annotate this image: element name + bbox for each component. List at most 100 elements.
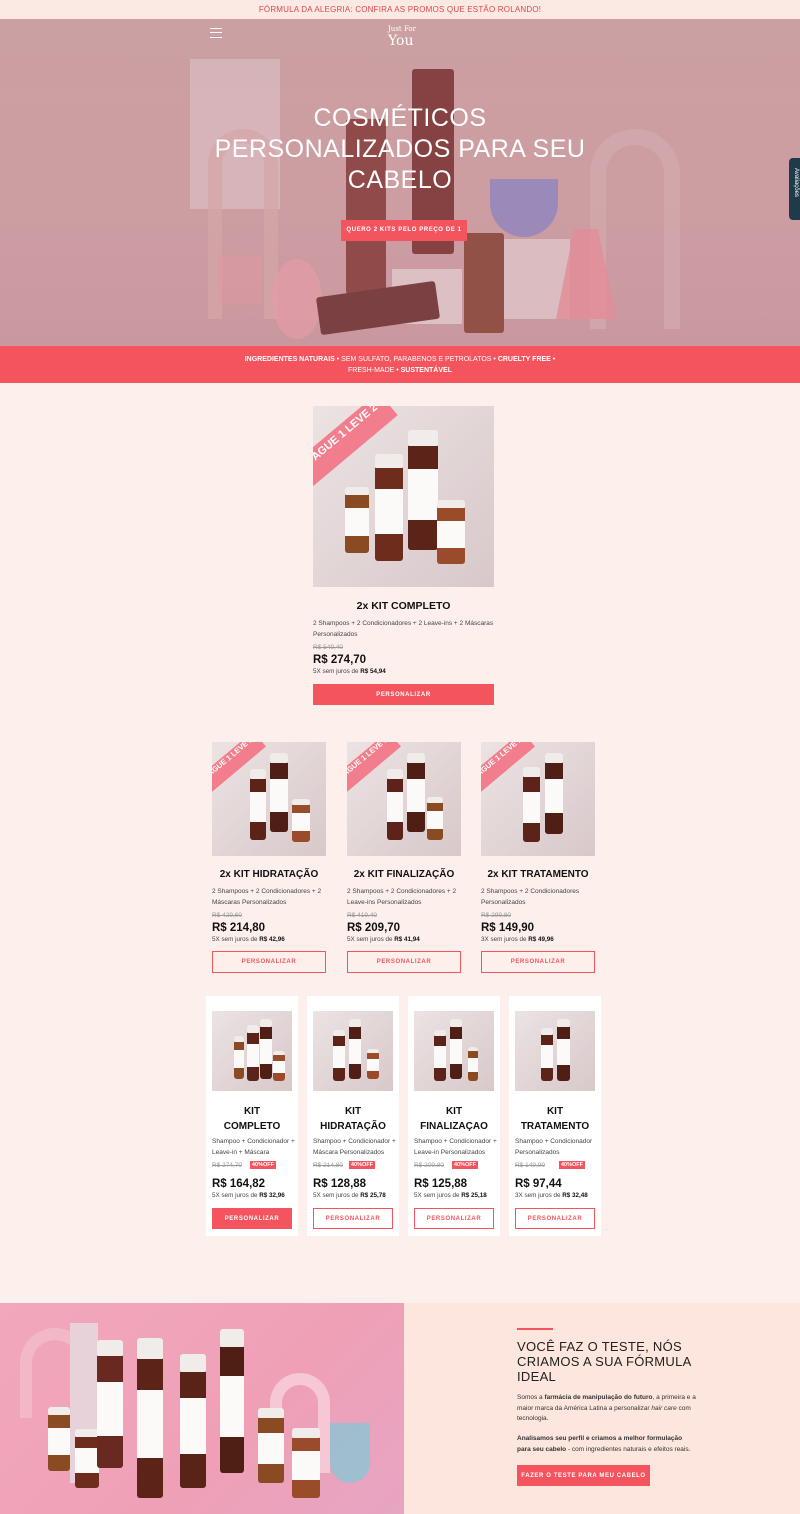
jar <box>367 1049 379 1079</box>
jar <box>292 799 310 842</box>
product-title[interactable]: KIT HIDRATAÇÃO <box>307 1104 399 1134</box>
product-description: Shampoo + Condicionador + Leave-in + Más… <box>212 1138 295 1156</box>
title-line-2: TRATAMENTO <box>520 1121 590 1132</box>
product-image[interactable] <box>515 1011 595 1091</box>
product-card[interactable]: KIT COMPLETO Shampoo + Condicionador + Le… <box>206 996 298 1236</box>
installments: 3X sem juros de R$ 32,48 <box>515 1192 588 1199</box>
installments-prefix: 5X sem juros de <box>414 1192 462 1199</box>
conditioner-bottle <box>408 430 438 550</box>
p1-part-b: farmácia de manipulação do futuro <box>544 1394 653 1401</box>
bottle <box>260 1019 272 1079</box>
installments: 5X sem juros de R$ 32,96 <box>212 1192 285 1199</box>
bottle <box>258 1408 284 1483</box>
product-image[interactable] <box>212 1011 292 1091</box>
announcement-bar[interactable]: FÓRMULA DA ALEGRIA: CONFIRA AS PROMOS QU… <box>0 0 800 19</box>
installments-value: R$ 25,18 <box>461 1192 487 1199</box>
old-price: R$ 419,40 <box>347 912 377 919</box>
title-line-1: KIT <box>445 1106 463 1117</box>
product-description: Shampoo + Condicionador + Leave-in Perso… <box>414 1138 497 1156</box>
brand-logo[interactable]: Just For You <box>388 23 416 48</box>
installments-prefix: 3X sem juros de <box>515 1192 563 1199</box>
bottle <box>247 1025 259 1081</box>
installments: 5X sem juros de R$ 41,94 <box>347 936 420 943</box>
bottle <box>434 1029 446 1081</box>
old-price: R$ 429,60 <box>212 912 242 919</box>
product-image[interactable] <box>313 1011 393 1091</box>
product-title[interactable]: KIT FINALIZAÇAO <box>408 1104 500 1134</box>
bottle <box>48 1406 70 1471</box>
bottle <box>75 1429 99 1488</box>
menu-icon[interactable] <box>210 28 222 38</box>
old-price: R$ 299,80 <box>481 912 511 919</box>
title-line-1: KIT <box>546 1106 564 1117</box>
personalize-button[interactable]: PERSONALIZAR <box>313 684 494 705</box>
product-description: Shampoo + Condicionador + Máscara Person… <box>313 1138 396 1156</box>
price: R$ 274,70 <box>313 654 367 666</box>
title-line-1: KIT <box>243 1106 261 1117</box>
bottle <box>545 752 563 834</box>
installments: 3X sem juros de R$ 49,96 <box>481 936 554 943</box>
title-line-2: HIDRATAÇÃO <box>320 1121 386 1132</box>
take-test-button[interactable]: FAZER O TESTE PARA MEU CABELO <box>517 1465 650 1486</box>
personalize-button[interactable]: PERSONALIZAR <box>313 1208 393 1229</box>
personalize-button[interactable]: PERSONALIZAR <box>212 951 326 973</box>
installments-value: R$ 42,96 <box>259 936 285 943</box>
product-title[interactable]: 2x KIT FINALIZAÇÃO <box>347 869 461 880</box>
product-title[interactable]: 2x KIT HIDRATAÇÃO <box>212 869 326 880</box>
installments-prefix: 5X sem juros de <box>313 1192 361 1199</box>
personalize-button[interactable]: PERSONALIZAR <box>481 951 595 973</box>
featured-product-image[interactable]: PAGUE 1 LEVE 2 <box>313 406 494 587</box>
product-image[interactable]: PAGUE 1 LEVE 2 <box>347 742 461 856</box>
bottle <box>523 767 540 842</box>
discount-badge: 40%OFF <box>559 1161 586 1169</box>
reviews-tab-label: Avaliações <box>793 168 799 197</box>
personalize-button[interactable]: PERSONALIZAR <box>347 951 461 973</box>
jar <box>292 1428 320 1498</box>
product-image[interactable] <box>414 1011 494 1091</box>
bottle <box>220 1328 244 1473</box>
benefit-sustainable: SUSTENTÁVEL <box>400 367 452 374</box>
product-title[interactable]: KIT TRATAMENTO <box>509 1104 601 1134</box>
installments-prefix: 5X sem juros de <box>212 1192 260 1199</box>
price: R$ 209,70 <box>347 922 401 934</box>
title-line-2: FINALIZAÇAO <box>420 1121 488 1132</box>
hero-banner: Just For You COSMÉTICOS PERSONALIZADOS P… <box>0 19 800 346</box>
title-accent-line <box>517 1328 553 1330</box>
product-title[interactable]: 2x KIT TRATAMENTO <box>481 869 595 880</box>
product-card[interactable]: KIT HIDRATAÇÃO Shampoo + Condicionador + … <box>307 996 399 1236</box>
bottle <box>450 1019 462 1079</box>
discount-badge: 40%OFF <box>349 1161 376 1169</box>
jar <box>273 1051 285 1081</box>
personalize-button[interactable]: PERSONALIZAR <box>212 1208 292 1229</box>
title-line-1: KIT <box>344 1106 362 1117</box>
product-description: 2 Shampoos + 2 Condicionadores Personali… <box>481 888 580 906</box>
product-card[interactable]: KIT FINALIZAÇAO Shampoo + Condicionador +… <box>408 996 500 1236</box>
personalize-button[interactable]: PERSONALIZAR <box>414 1208 494 1229</box>
bottle <box>333 1029 345 1081</box>
bottle <box>270 752 288 832</box>
price: R$ 125,88 <box>414 1178 468 1190</box>
old-price: R$ 214,80 <box>313 1162 343 1169</box>
benefits-strip: INGREDIENTES NATURAIS • SEM SULFATO, PAR… <box>0 346 800 383</box>
product-title[interactable]: 2x KIT COMPLETO <box>313 600 494 612</box>
installments: 5X sem juros de R$ 42,96 <box>212 936 285 943</box>
hero-cta-button[interactable]: QUERO 2 KITS PELO PREÇO DE 1 <box>341 220 467 241</box>
reviews-side-tab[interactable]: Avaliações <box>789 158 800 220</box>
installments-value: R$ 32,48 <box>562 1192 588 1199</box>
product-card[interactable]: KIT TRATAMENTO Shampoo + Condicionador Pe… <box>509 996 601 1236</box>
personalize-button[interactable]: PERSONALIZAR <box>515 1208 595 1229</box>
product-description: 2 Shampoos + 2 Condicionadores + 2 Másca… <box>212 888 322 906</box>
product-image[interactable]: PAGUE 1 LEVE 2 <box>212 742 326 856</box>
product-description: Shampoo + Condicionador Personalizados <box>515 1138 593 1156</box>
benefits-line-2: FRESH-MADE • SUSTENTÁVEL <box>0 365 800 376</box>
installments-prefix: 3X sem juros de <box>481 936 529 943</box>
product-title[interactable]: KIT COMPLETO <box>206 1104 298 1134</box>
bottle <box>557 1018 570 1081</box>
benefit-cruelty-free: CRUELTY FREE <box>497 356 551 363</box>
separator: • <box>550 356 556 363</box>
discount-badge: 40%OFF <box>250 1161 277 1169</box>
product-image[interactable]: PAGUE 1 LEVE 2 <box>481 742 595 856</box>
installments-value: R$ 25,78 <box>360 1192 386 1199</box>
benefit-no-sulfate: • SEM SULFATO, PARABENOS E PETROLATOS • <box>334 356 498 363</box>
installments-value: R$ 32,96 <box>259 1192 285 1199</box>
